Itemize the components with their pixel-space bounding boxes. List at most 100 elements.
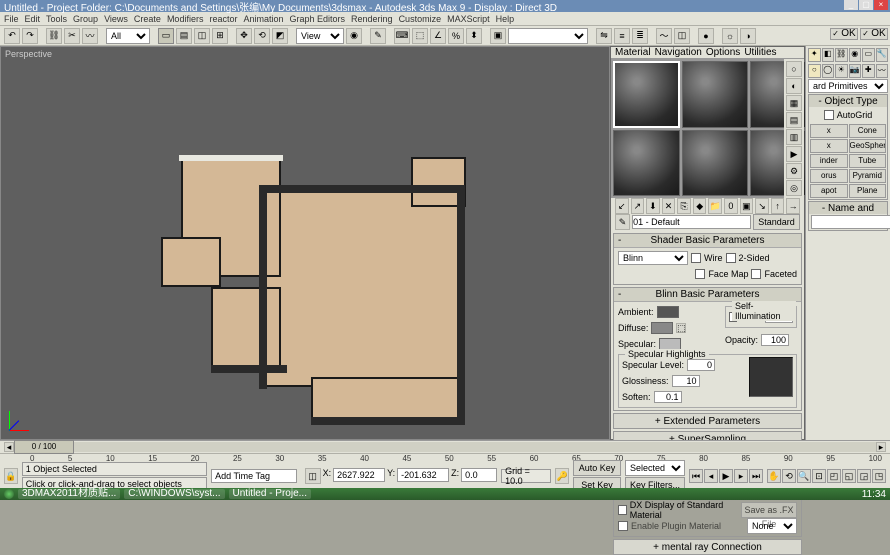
spinner-snap-button[interactable]: ⬍ [466,28,482,44]
windows-taskbar[interactable]: 3DMAX2011材质贴... C:\WINDOWS\syst... Untit… [0,488,890,500]
material-slot-5[interactable] [682,130,749,197]
select-by-mat-button[interactable]: ◎ [786,180,802,196]
cameras-subtab[interactable]: 📷 [849,64,862,78]
backlight-button[interactable]: ◐ [786,78,802,94]
quick-render-button[interactable]: ◑ [740,28,756,44]
goto-start-button[interactable]: ⏮ [689,469,703,483]
angle-snap-button[interactable]: ∠ [430,28,446,44]
name-color-header[interactable]: - Name and Color [809,202,887,214]
select-region-button[interactable]: ◫ [194,28,210,44]
redo-button[interactable]: ↷ [22,28,38,44]
timeline[interactable]: ◂ 0 / 100 ▸ [0,441,890,454]
material-slot-1[interactable] [613,61,680,128]
taskbar-item-3[interactable]: Untitled - Proje... [229,489,311,499]
show-end-button[interactable]: ↘ [755,198,769,214]
menu-group[interactable]: Group [73,14,98,24]
goto-end-button[interactable]: ⏭ [749,469,763,483]
torus-button[interactable]: orus [810,169,848,183]
preview-button[interactable]: ▶ [786,146,802,162]
play-button[interactable]: ▶ [719,469,733,483]
named-selection-button[interactable]: ▣ [490,28,506,44]
rollout-extended[interactable]: + Extended Parameters [613,413,802,429]
auto-key-button[interactable]: Auto Key [573,460,621,476]
helpers-subtab[interactable]: ✚ [862,64,875,78]
material-type-button[interactable]: Standard [753,214,800,230]
bind-spacewarp-button[interactable]: 〰 [82,28,98,44]
menu-customize[interactable]: Customize [399,14,442,24]
move-button[interactable]: ✥ [236,28,252,44]
field-of-view-button[interactable]: ◰ [827,469,841,483]
sphere-button[interactable]: x [810,139,848,153]
select-button[interactable]: ▭ [158,28,174,44]
box-button[interactable]: x [810,124,848,138]
sample-uv-button[interactable]: ▤ [786,112,802,128]
soften-spinner[interactable] [654,391,682,403]
object-name-input[interactable] [811,215,890,229]
unlink-button[interactable]: ✂ [64,28,80,44]
cylinder-button[interactable]: inder [810,154,848,168]
cone-button[interactable]: Cone [849,124,887,138]
go-parent-button[interactable]: ↑ [771,198,785,214]
menu-file[interactable]: File [4,14,19,24]
geometry-category-select[interactable]: ard Primitives [808,79,888,93]
two-sided-checkbox[interactable] [726,253,736,263]
window-crossing-button[interactable]: ⊞ [212,28,228,44]
zoom-extents-button[interactable]: ◱ [842,469,856,483]
lights-subtab[interactable]: ☀ [835,64,848,78]
menu-modifiers[interactable]: Modifiers [167,14,204,24]
teapot-button[interactable]: apot [810,184,848,198]
make-copy-button[interactable]: ⎘ [677,198,691,214]
tube-button[interactable]: Tube [849,154,887,168]
save-fx-button[interactable]: Save as .FX File [741,502,797,518]
spacewarps-subtab[interactable]: 〰 [876,64,889,78]
rollout-header-shader[interactable]: -Shader Basic Parameters [614,234,801,248]
menu-edit[interactable]: Edit [25,14,41,24]
timeline-end-icon[interactable]: ▸ [876,442,886,452]
faceted-checkbox[interactable] [751,269,761,279]
spec-level-spinner[interactable] [687,359,715,371]
lock-selection-button[interactable]: 🔒 [4,468,18,484]
mat-menu-navigation[interactable]: Navigation [655,47,702,58]
layers-button[interactable]: ≣ [632,28,648,44]
keyboard-shortcut-button[interactable]: ⌨ [394,28,410,44]
shapes-subtab[interactable]: ◯ [822,64,835,78]
perspective-viewport[interactable]: Perspective [0,46,610,440]
menu-tools[interactable]: Tools [46,14,67,24]
diffuse-lock-icon[interactable]: ⬚ [676,323,686,333]
put-to-lib-button[interactable]: 📁 [708,198,722,214]
mat-id-button[interactable]: 0 [724,198,738,214]
render-scene-button[interactable]: ☼ [722,28,738,44]
video-check-button[interactable]: ▥ [786,129,802,145]
zoom-button[interactable]: 🔍 [797,469,811,483]
menu-grapheditors[interactable]: Graph Editors [290,14,346,24]
create-tab[interactable]: ✦ [808,48,821,62]
mat-menu-options[interactable]: Options [706,47,740,58]
assign-button[interactable]: ⬇ [646,198,660,214]
key-mode-select[interactable]: Selected [625,460,685,476]
prev-frame-button[interactable]: ◂ [704,469,718,483]
pyramid-button[interactable]: Pyramid [849,169,887,183]
hierarchy-tab[interactable]: ⛓ [835,48,848,62]
coord-z-input[interactable] [461,468,497,482]
rotate-button[interactable]: ⟲ [254,28,270,44]
ok-button-1[interactable]: ✓ OK [830,28,858,40]
mirror-button[interactable]: ⇋ [596,28,612,44]
utilities-tab[interactable]: 🔧 [876,48,889,62]
undo-button[interactable]: ↶ [4,28,20,44]
link-button[interactable]: ⛓ [46,28,62,44]
geosphere-button[interactable]: GeoSphere [849,139,887,153]
menu-rendering[interactable]: Rendering [351,14,393,24]
start-button[interactable] [4,489,14,499]
coord-y-input[interactable] [397,468,449,482]
dx-display-checkbox[interactable] [618,505,627,515]
menu-create[interactable]: Create [134,14,161,24]
taskbar-clock[interactable]: 11:34 [862,489,886,500]
add-time-tag[interactable]: Add Time Tag [211,469,296,483]
use-center-button[interactable]: ◉ [346,28,362,44]
absolute-mode-button[interactable]: ◫ [305,468,321,484]
object-type-header[interactable]: - Object Type [809,95,887,107]
reset-button[interactable]: ✕ [662,198,676,214]
ok-button-2[interactable]: ✓ OK [860,28,888,40]
show-map-button[interactable]: ▣ [740,198,754,214]
menu-animation[interactable]: Animation [243,14,283,24]
